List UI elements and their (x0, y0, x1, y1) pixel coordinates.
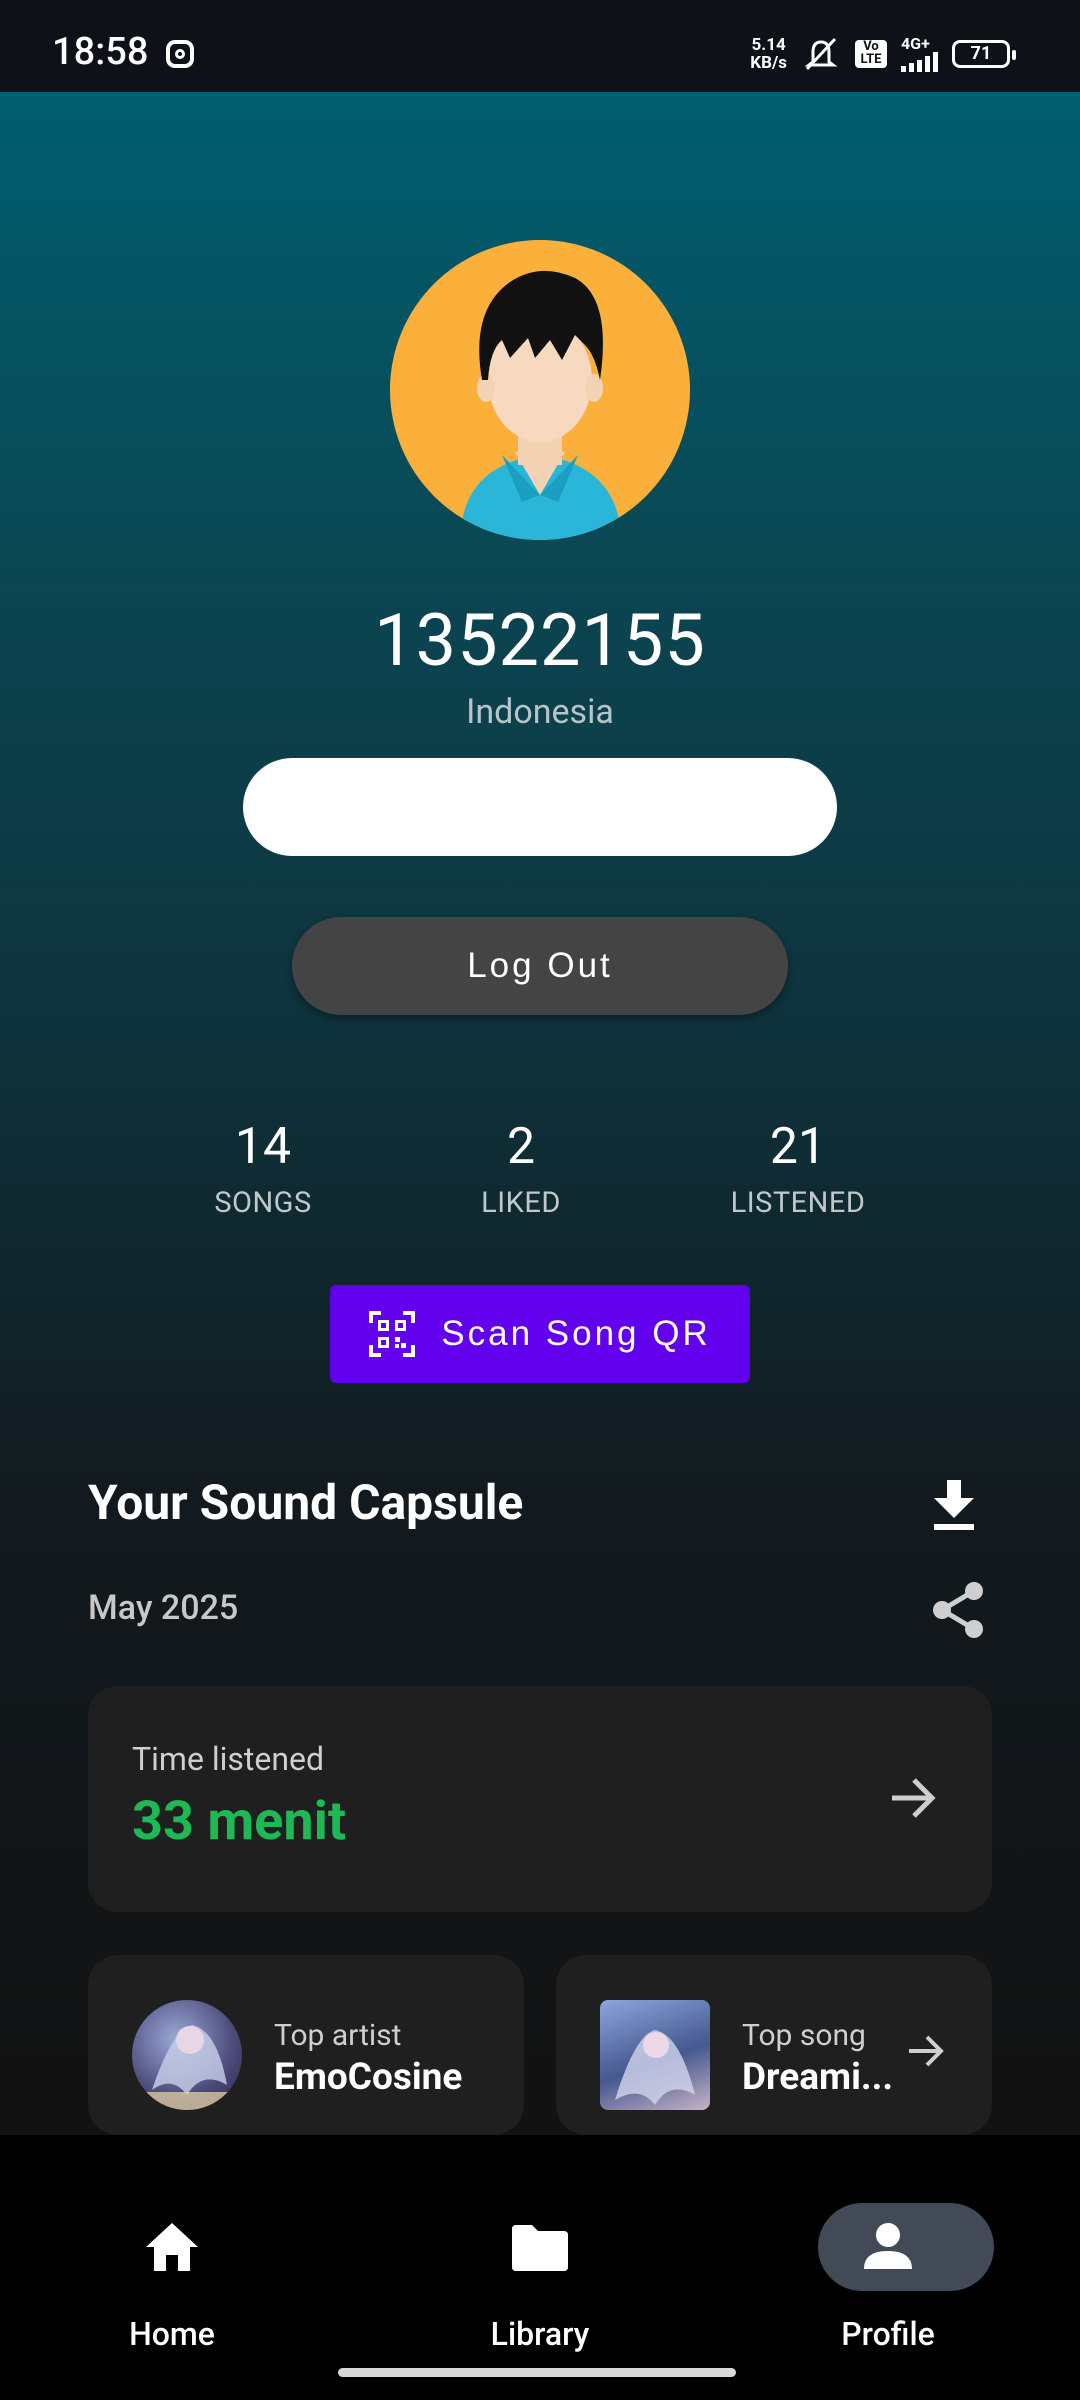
mute-icon (804, 37, 838, 71)
instagram-icon (166, 40, 194, 68)
net-speed: 5.14 KB/s (750, 36, 787, 72)
status-time: 18:58 (52, 30, 149, 74)
stat-listened: 21 LISTENED (668, 1118, 928, 1220)
username: 13522155 (374, 598, 706, 683)
volte-icon: Vo LTE (855, 40, 887, 68)
stat-songs-value: 14 (234, 1118, 292, 1176)
arrow-right-icon (892, 1778, 936, 1818)
top-artist-card[interactable]: Top artist EmoCosine (88, 1955, 524, 2135)
nav-home[interactable]: Home (22, 2167, 322, 2353)
avatar (390, 240, 690, 540)
share-icon[interactable] (930, 1580, 986, 1640)
home-indicator[interactable] (338, 2368, 736, 2377)
time-listened-value: 33 menit (132, 1790, 347, 1853)
top-song-label: Top song (742, 2018, 866, 2053)
signal-icon (901, 52, 938, 72)
stat-listened-value: 21 (769, 1118, 827, 1176)
status-bar: 18:58 5.14 KB/s Vo LTE 4G+ 71 (0, 0, 1080, 92)
nav-library[interactable]: Library (390, 2167, 690, 2353)
net-speed-unit: KB/s (750, 53, 787, 73)
bottom-nav: Home Library Profile (0, 2135, 1080, 2400)
nav-profile[interactable]: Profile (738, 2167, 1038, 2353)
scan-qr-button[interactable]: Scan Song QR (330, 1285, 750, 1383)
home-icon (146, 2223, 198, 2271)
sound-capsule-title: Your Sound Capsule (88, 1474, 524, 1531)
logout-button[interactable]: Log Out (292, 917, 788, 1015)
download-icon[interactable] (930, 1478, 978, 1532)
arrow-right-icon (909, 2035, 944, 2067)
person-icon (864, 2223, 912, 2269)
top-artist-label: Top artist (274, 2018, 402, 2053)
status-icons: 5.14 KB/s Vo LTE 4G+ 71 (750, 36, 1016, 72)
capsule-month: May 2025 (88, 1588, 239, 1628)
time-listened-card[interactable]: Time listened 33 menit (88, 1686, 992, 1912)
top-song-card[interactable]: Top song Dreami... (556, 1955, 992, 2135)
profile-screen: 18:58 5.14 KB/s Vo LTE 4G+ 71 13522155 I… (0, 0, 1080, 2400)
country: Indonesia (466, 692, 614, 732)
top-song-value: Dreami... (742, 2056, 894, 2099)
nav-profile-label: Profile (841, 2315, 935, 2353)
stat-liked-value: 2 (506, 1118, 536, 1176)
scan-qr-label: Scan Song QR (441, 1314, 711, 1353)
edit-profile-pill[interactable] (243, 758, 837, 856)
top-artist-image (132, 2000, 242, 2110)
stat-songs-label: SONGS (214, 1186, 312, 1220)
net-speed-value: 5.14 (751, 35, 786, 55)
qr-scan-icon (369, 1311, 416, 1357)
stat-liked: 2 LIKED (391, 1118, 651, 1220)
nav-library-label: Library (490, 2315, 590, 2353)
time-listened-label: Time listened (132, 1740, 325, 1778)
nav-home-label: Home (129, 2315, 215, 2353)
stat-songs: 14 SONGS (133, 1118, 393, 1220)
top-artist-value: EmoCosine (274, 2056, 463, 2099)
network-type: 4G+ (901, 34, 930, 53)
signal-group: 4G+ (901, 36, 938, 72)
stat-liked-label: LIKED (481, 1186, 561, 1220)
battery-icon: 71 (952, 40, 1016, 68)
top-song-image (600, 2000, 710, 2110)
folder-icon (512, 2225, 568, 2271)
stat-listened-label: LISTENED (730, 1186, 866, 1220)
avatar-illustration (460, 270, 622, 540)
